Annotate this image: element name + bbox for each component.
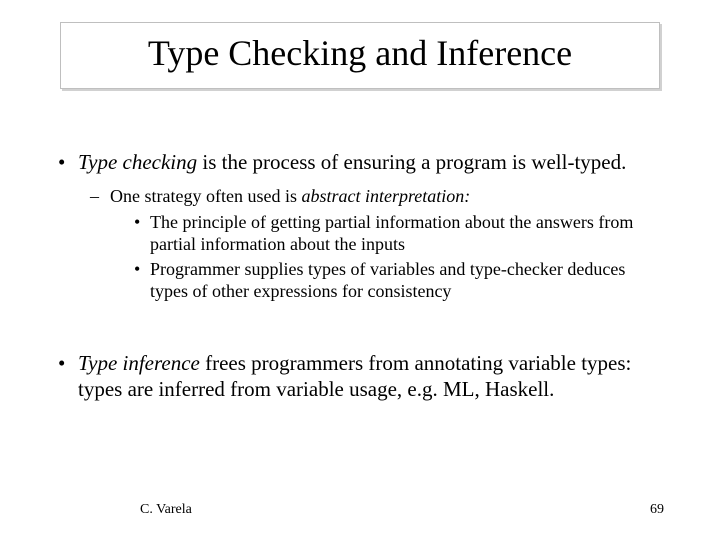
bullet-type-checking: Type checking is the process of ensuring… — [54, 150, 666, 303]
slide: Type Checking and Inference Type checkin… — [0, 0, 720, 540]
term-abstract-interpretation: abstract interpretation: — [301, 186, 470, 206]
bullet-type-checking-text: is the process of ensuring a program is … — [197, 150, 626, 174]
term-type-inference: Type inference — [78, 351, 200, 375]
sub-pre: One strategy often used is — [110, 186, 301, 206]
footer-page-number: 69 — [650, 502, 664, 518]
slide-body: Type checking is the process of ensuring… — [54, 150, 666, 421]
bullet-list: Type checking is the process of ensuring… — [54, 150, 666, 303]
slide-title: Type Checking and Inference — [69, 33, 651, 74]
bullet-programmer-supplies: Programmer supplies types of variables a… — [110, 259, 666, 303]
bullet-abstract-interpretation: One strategy often used is abstract inte… — [78, 186, 666, 304]
subsublist: The principle of getting partial informa… — [110, 212, 666, 304]
bullet-list-2: Type inference frees programmers from an… — [54, 351, 666, 402]
title-box: Type Checking and Inference — [60, 22, 660, 89]
bullet-partial-info: The principle of getting partial informa… — [110, 212, 666, 256]
spacer — [54, 321, 666, 351]
sublist: One strategy often used is abstract inte… — [78, 186, 666, 304]
footer-author: C. Varela — [140, 502, 192, 518]
term-type-checking: Type checking — [78, 150, 197, 174]
bullet-type-inference: Type inference frees programmers from an… — [54, 351, 666, 402]
